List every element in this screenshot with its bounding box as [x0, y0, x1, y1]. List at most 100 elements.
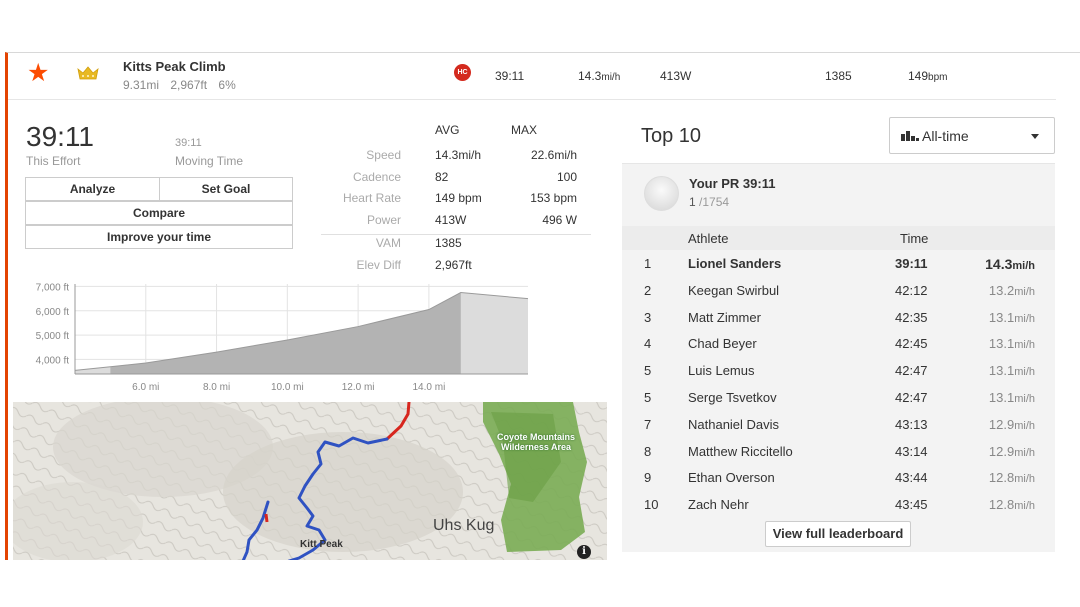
avg-header: AVG	[435, 123, 460, 137]
athlete-name[interactable]: Lionel Sanders	[688, 256, 781, 271]
table-row[interactable]: 1 Lionel Sanders 39:11 14.3mi/h	[622, 250, 1055, 277]
peak-label: Kitt Peak	[300, 539, 343, 550]
athlete-column-header: Athlete	[688, 231, 729, 246]
athlete-name[interactable]: Keegan Swirbul	[688, 283, 779, 298]
stat-label: Speed	[366, 148, 401, 162]
segment-row[interactable]: ★ Kitts Peak Climb 9.31mi 2,967ft 6% HC …	[8, 53, 1056, 100]
stat-label: VAM	[375, 236, 401, 250]
chevron-down-icon	[1031, 134, 1039, 139]
athlete-time: 42:12	[895, 282, 928, 298]
view-full-leaderboard-button[interactable]: View full leaderboard	[765, 521, 911, 547]
table-row[interactable]: 5 Luis Lemus 42:47 13.1mi/h	[622, 357, 1055, 384]
athlete-rank: 5	[644, 390, 652, 405]
athlete-speed: 12.9mi/h	[988, 416, 1035, 432]
table-row[interactable]: 10 Zach Nehr 43:45 12.8mi/h	[622, 491, 1055, 518]
athlete-rank: 3	[644, 309, 652, 325]
athlete-speed: 13.1mi/h	[988, 363, 1035, 379]
athlete-rank: 1	[644, 256, 652, 271]
compare-button[interactable]: Compare	[25, 201, 293, 225]
improve-time-button[interactable]: Improve your time	[25, 225, 293, 249]
stat-max: 22.6mi/h	[530, 148, 577, 162]
athlete-speed: 13.1mi/h	[988, 390, 1035, 405]
avatar	[644, 176, 679, 211]
segment-speed: 14.3mi/h	[578, 69, 621, 83]
table-row[interactable]: 4 Chad Beyer 42:45 13.1mi/h	[622, 330, 1055, 357]
table-row[interactable]: 3 Matt Zimmer 42:35 13.1mi/h	[622, 304, 1055, 331]
table-row[interactable]: 9 Ethan Overson 43:44 12.8mi/h	[622, 464, 1055, 491]
athlete-time: 43:44	[895, 470, 928, 486]
stats-divider	[321, 234, 591, 235]
athlete-time: 43:14	[895, 443, 928, 459]
table-row[interactable]: 5 Serge Tsvetkov 42:47 13.1mi/h	[622, 384, 1055, 411]
segment-area	[110, 292, 461, 374]
time-range-select[interactable]: All-time	[889, 117, 1055, 154]
athlete-name[interactable]: Luis Lemus	[688, 363, 754, 378]
athlete-name[interactable]: Matt Zimmer	[688, 310, 761, 325]
athlete-speed: 13.2mi/h	[988, 282, 1035, 298]
athlete-rank: 2	[644, 282, 652, 298]
elevation-profile-chart: 7,000 ft 6,000 ft 5,000 ft 4,000 ft 6.0 mi 8.…	[36, 282, 529, 393]
athlete-rank: 7	[644, 416, 652, 432]
athlete-name[interactable]: Zach Nehr	[688, 497, 749, 512]
segment-power: 413W	[660, 69, 692, 83]
x-tick-label: 6.0 mi	[132, 382, 159, 393]
bar-chart-icon	[901, 131, 919, 141]
y-tick-label: 5,000 ft	[36, 331, 70, 342]
segment-elevation: 2,967ft	[170, 78, 208, 92]
segment-map[interactable]: Coyote Mountains Wilderness Area Kitt Pe…	[13, 402, 607, 560]
stat-label: Cadence	[352, 170, 401, 184]
stat-avg: 1385	[435, 236, 462, 250]
segment-grade: 6%	[218, 78, 236, 92]
info-icon[interactable]: i	[577, 545, 591, 559]
athlete-speed: 13.1mi/h	[988, 309, 1035, 325]
leaderboard-title: Top 10	[641, 125, 702, 147]
stat-avg: 2,967ft	[435, 258, 472, 272]
segment-distance: 9.31mi	[123, 78, 160, 92]
stat-avg: 82	[435, 170, 449, 184]
set-goal-button[interactable]: Set Goal	[159, 177, 293, 201]
athlete-name[interactable]: Nathaniel Davis	[688, 417, 779, 432]
stat-avg: 14.3mi/h	[435, 148, 482, 162]
y-tick-label: 4,000 ft	[36, 355, 70, 366]
table-row[interactable]: 8 Matthew Riccitello 43:14 12.9mi/h	[622, 438, 1055, 465]
segment-name[interactable]: Kitts Peak Climb	[123, 59, 226, 74]
effort-time: 39:11	[26, 121, 94, 152]
athlete-rank: 5	[644, 363, 652, 379]
athlete-speed: 14.3mi/h	[985, 256, 1035, 272]
athlete-name[interactable]: Serge Tsvetkov	[688, 390, 777, 405]
hc-category-badge: HC	[454, 64, 471, 81]
time-column-header: Time	[900, 231, 929, 246]
leaderboard-footer: View full leaderboard	[622, 516, 1055, 552]
y-tick-label: 7,000 ft	[36, 282, 70, 293]
leaderboard-header: Athlete Time	[622, 226, 1055, 250]
analyze-button[interactable]: Analyze	[25, 177, 160, 201]
athlete-name[interactable]: Chad Beyer	[688, 336, 757, 351]
athlete-time: 42:47	[895, 390, 928, 405]
stat-label: Power	[366, 213, 401, 227]
athlete-name[interactable]: Matthew Riccitello	[688, 444, 793, 459]
x-tick-label: 10.0 mi	[271, 382, 304, 393]
segment-panel: ★ Kitts Peak Climb 9.31mi 2,967ft 6% HC …	[5, 52, 1080, 560]
place-label: Uhs Kug	[433, 517, 495, 534]
segment-vam: 1385	[825, 69, 852, 83]
athlete-rank: 4	[644, 336, 652, 352]
athlete-time: 39:11	[895, 256, 928, 271]
stat-label: Elev Diff	[356, 258, 401, 272]
moving-time: 39:11	[175, 137, 202, 149]
table-row[interactable]: 2 Keegan Swirbul 42:12 13.2mi/h	[622, 277, 1055, 304]
leaderboard-panel: Your PR 39:11 1 /1754 Athlete Time 1 Lion…	[622, 163, 1055, 552]
stat-avg: 413W	[435, 213, 467, 227]
athlete-name[interactable]: Ethan Overson	[688, 470, 775, 485]
stat-label: Heart Rate	[342, 191, 401, 205]
time-range-value: All-time	[922, 128, 969, 144]
map-terrain	[13, 402, 607, 560]
table-row[interactable]: 7 Nathaniel Davis 43:13 12.9mi/h	[622, 411, 1055, 438]
athlete-speed: 12.9mi/h	[988, 443, 1035, 459]
segment-summary: 9.31mi 2,967ft 6%	[123, 78, 244, 92]
athlete-time: 42:45	[895, 336, 928, 352]
segment-time: 39:11	[495, 69, 525, 83]
x-tick-label: 8.0 mi	[203, 382, 230, 393]
x-tick-label: 14.0 mi	[413, 382, 446, 393]
star-icon[interactable]: ★	[27, 61, 49, 86]
athlete-time: 43:45	[895, 497, 928, 513]
